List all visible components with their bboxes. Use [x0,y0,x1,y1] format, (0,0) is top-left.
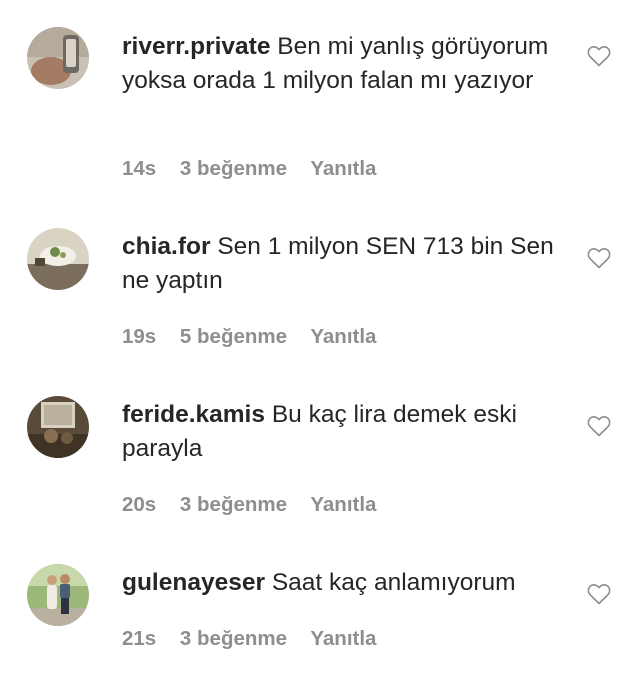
reply-button[interactable]: Yanıtla [310,627,376,650]
comment-meta: 19s 5 beğenme Yanıtla [122,325,394,349]
comment-body: Saat kaç anlamıyorum [271,569,516,596]
comment-username[interactable]: gulenayeser [122,569,265,596]
like-heart-icon[interactable] [587,415,611,437]
comment-meta: 14s 3 beğenme Yanıtla [122,157,394,181]
reply-button[interactable]: Yanıtla [310,493,376,516]
comment-username[interactable]: chia.for [122,233,211,260]
avatar-photo-hand-icon [27,27,89,89]
comment-time[interactable]: 19s [122,325,156,348]
avatar-photo-couple-icon [27,564,89,626]
comment-text: riverr.private Ben mi yanlış görüyorum y… [122,30,562,98]
like-heart-icon[interactable] [587,45,611,67]
reply-button[interactable]: Yanıtla [310,157,376,180]
comment-likes[interactable]: 3 beğenme [180,493,287,516]
comment-username[interactable]: riverr.private [122,33,270,60]
like-heart-icon[interactable] [587,583,611,605]
comment-meta: 21s 3 beğenme Yanıtla [122,627,394,651]
comment-text: gulenayeser Saat kaç anlamıyorum [122,566,562,600]
comment-time[interactable]: 21s [122,627,156,650]
comment-text: feride.kamis Bu kaç lira demek eski para… [122,398,562,466]
comment-likes[interactable]: 3 beğenme [180,627,287,650]
comment-likes[interactable]: 5 beğenme [180,325,287,348]
comment-time[interactable]: 14s [122,157,156,180]
avatar[interactable] [27,396,89,458]
avatar[interactable] [27,564,89,626]
avatar-photo-room-icon [27,396,89,458]
avatar[interactable] [27,27,89,89]
comment-meta: 20s 3 beğenme Yanıtla [122,493,394,517]
reply-button[interactable]: Yanıtla [310,325,376,348]
avatar[interactable] [27,228,89,290]
avatar-photo-table-icon [27,228,89,290]
comment-username[interactable]: feride.kamis [122,401,265,428]
comment-text: chia.for Sen 1 milyon SEN 713 bin Sen ne… [122,230,562,298]
comment-time[interactable]: 20s [122,493,156,516]
comment-likes[interactable]: 3 beğenme [180,157,287,180]
like-heart-icon[interactable] [587,247,611,269]
